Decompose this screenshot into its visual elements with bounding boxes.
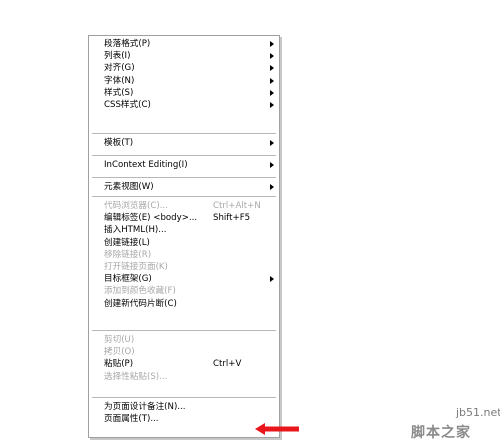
- menu-group: 段落格式(P) 列表(I) 对齐(G) 字体(N) 样式(S) CSS样式(C): [89, 38, 279, 111]
- menu-separator: [92, 330, 276, 332]
- watermark-url: jb51.net: [456, 406, 500, 419]
- menu-item[interactable]: 为页面设计备注(N)...: [89, 401, 279, 413]
- menu-item-label: 列表(I): [104, 51, 131, 62]
- menu-item[interactable]: 选择性粘贴(S)...: [89, 371, 279, 383]
- menu-item[interactable]: 代码浏览器(C)... Ctrl+Alt+N: [89, 200, 279, 212]
- menu-item[interactable]: 打开链接页面(K): [89, 261, 279, 273]
- menu-separator: [92, 155, 276, 157]
- menu-item[interactable]: 插入HTML(H)...: [89, 224, 279, 236]
- red-arrow-icon: [255, 423, 299, 435]
- menu-item[interactable]: 拷贝(O): [89, 346, 279, 358]
- submenu-arrow-icon: [270, 276, 274, 283]
- menu-item-label: CSS样式(C): [104, 99, 151, 110]
- menu-item-label: 样式(S): [104, 87, 134, 98]
- menu-item-label: 代码浏览器(C)...: [104, 201, 168, 211]
- menu-group: 剪切(U) 拷贝(O) 粘贴(P) Ctrl+V 选择性粘贴(S)...: [89, 334, 279, 383]
- menu-item[interactable]: 样式(S): [89, 87, 279, 99]
- submenu-arrow-icon: [270, 162, 274, 168]
- menu-item[interactable]: 剪切(U): [89, 334, 279, 346]
- submenu-arrow-icon: [270, 140, 274, 146]
- watermark-text: 脚本之家: [411, 425, 471, 441]
- menu-item-label: 创建链接(L): [104, 237, 150, 248]
- menu-separator: [92, 177, 276, 179]
- menu-item-label: InContext Editing(I): [104, 160, 188, 170]
- menu-item-label: 粘贴(P): [104, 359, 134, 370]
- menu-item-label: 拷贝(O): [104, 347, 135, 358]
- menu-item[interactable]: 模板(T): [89, 137, 279, 149]
- menu-item-label: 剪切(U): [104, 335, 135, 345]
- menu-item[interactable]: 粘贴(P) Ctrl+V: [89, 358, 279, 370]
- context-menu: 段落格式(P) 列表(I) 对齐(G) 字体(N) 样式(S) CSS样式(C) 模板(T)…: [88, 35, 280, 438]
- submenu-arrow-icon: [270, 101, 274, 108]
- menu-item-label: 为页面设计备注(N)...: [104, 402, 186, 412]
- menu-group: 代码浏览器(C)... Ctrl+Alt+N 编辑标签(E) <body>... Sh…: [89, 200, 279, 310]
- menu-separator: [92, 196, 276, 198]
- menu-item[interactable]: 元素视图(W): [89, 181, 279, 193]
- menu-group: 模板(T): [89, 137, 279, 149]
- menu-item-label: 移除链接(R): [104, 249, 152, 260]
- menu-item[interactable]: InContext Editing(I): [89, 159, 279, 171]
- menu-item-label: 元素视图(W): [104, 182, 154, 192]
- menu-item[interactable]: 编辑标签(E) <body>... Shift+F5: [89, 212, 279, 224]
- menu-item[interactable]: 段落格式(P): [89, 38, 279, 50]
- menu-item-label: 页面属性(T)...: [104, 414, 159, 425]
- menu-item-label: 打开链接页面(K): [104, 261, 168, 272]
- submenu-arrow-icon: [270, 184, 274, 190]
- menu-item-label: 段落格式(P): [104, 39, 151, 49]
- menu-item-shortcut: Shift+F5: [213, 213, 251, 224]
- menu-item-shortcut: Ctrl+Alt+N: [213, 201, 261, 211]
- menu-item-label: 编辑标签(E) <body>...: [104, 213, 198, 224]
- menu-item[interactable]: 创建新代码片断(C): [89, 298, 279, 310]
- menu-item[interactable]: CSS样式(C): [89, 99, 279, 111]
- menu-item[interactable]: 创建链接(L): [89, 237, 279, 249]
- menu-item[interactable]: 列表(I): [89, 50, 279, 62]
- menu-item-label: 创建新代码片断(C): [104, 298, 177, 309]
- menu-separator: [92, 397, 276, 399]
- menu-item-label: 添加到颜色收藏(F): [104, 286, 176, 297]
- menu-group: InContext Editing(I): [89, 159, 279, 171]
- watermark: jb51.net 脚本之家: [378, 402, 500, 445]
- menu-item[interactable]: 移除链接(R): [89, 249, 279, 261]
- submenu-arrow-icon: [270, 77, 274, 84]
- submenu-arrow-icon: [270, 41, 274, 47]
- menu-item-label: 目标框架(G): [104, 274, 152, 285]
- menu-item-label: 字体(N): [104, 75, 135, 86]
- menu-item-label: 选择性粘贴(S)...: [104, 371, 168, 382]
- menu-item[interactable]: 页面属性(T)...: [89, 413, 279, 425]
- menu-separator: [92, 133, 276, 135]
- submenu-arrow-icon: [270, 89, 274, 96]
- menu-item-shortcut: Ctrl+V: [213, 359, 242, 370]
- menu-item[interactable]: 添加到颜色收藏(F): [89, 285, 279, 297]
- menu-item-label: 模板(T): [104, 138, 134, 148]
- menu-group: 元素视图(W): [89, 181, 279, 193]
- submenu-arrow-icon: [270, 53, 274, 60]
- menu-item-label: 对齐(G): [104, 63, 135, 74]
- menu-item[interactable]: 对齐(G): [89, 62, 279, 74]
- menu-item[interactable]: 目标框架(G): [89, 273, 279, 285]
- menu-group: 为页面设计备注(N)... 页面属性(T)...: [89, 401, 279, 425]
- submenu-arrow-icon: [270, 65, 274, 72]
- menu-item-label: 插入HTML(H)...: [104, 225, 167, 236]
- menu-item[interactable]: 字体(N): [89, 75, 279, 87]
